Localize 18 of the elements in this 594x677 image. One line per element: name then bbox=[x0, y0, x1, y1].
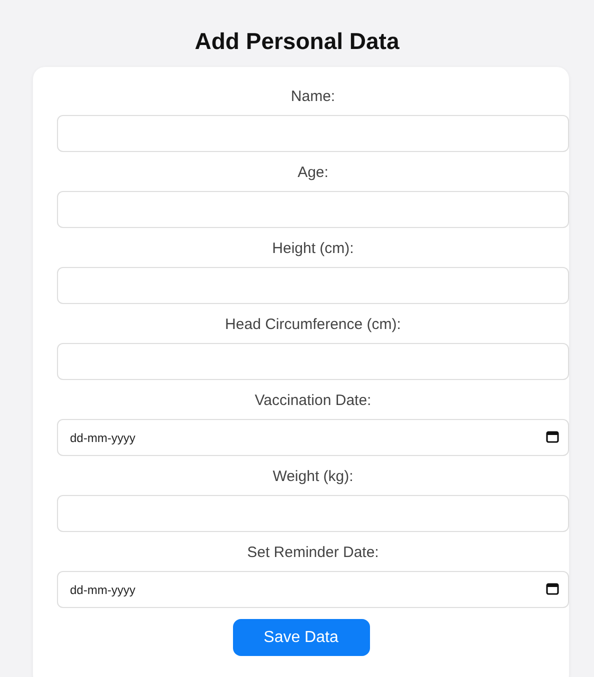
page-title: Add Personal Data bbox=[194, 27, 400, 55]
date-field[interactable]: dd-mm-yyyy bbox=[57, 571, 569, 608]
field-label: Set Reminder Date: bbox=[246, 543, 380, 563]
input-field[interactable] bbox=[57, 115, 569, 152]
input-field[interactable] bbox=[57, 267, 569, 304]
field-label: Head Circumference (cm): bbox=[224, 315, 402, 335]
field-label: Name: bbox=[290, 87, 336, 107]
calendar-icon[interactable] bbox=[546, 583, 559, 595]
calendar-icon[interactable] bbox=[546, 431, 559, 443]
field-label: Age: bbox=[296, 163, 330, 183]
save-data-button[interactable]: Save Data bbox=[232, 619, 370, 656]
field-label: Height (cm): bbox=[271, 239, 355, 259]
date-field[interactable]: dd-mm-yyyy bbox=[57, 419, 569, 456]
field-label: Weight (kg): bbox=[272, 467, 354, 487]
input-field[interactable] bbox=[57, 495, 569, 532]
input-field[interactable] bbox=[57, 191, 569, 228]
field-label: Vaccination Date: bbox=[254, 391, 372, 411]
input-field[interactable] bbox=[57, 343, 569, 380]
